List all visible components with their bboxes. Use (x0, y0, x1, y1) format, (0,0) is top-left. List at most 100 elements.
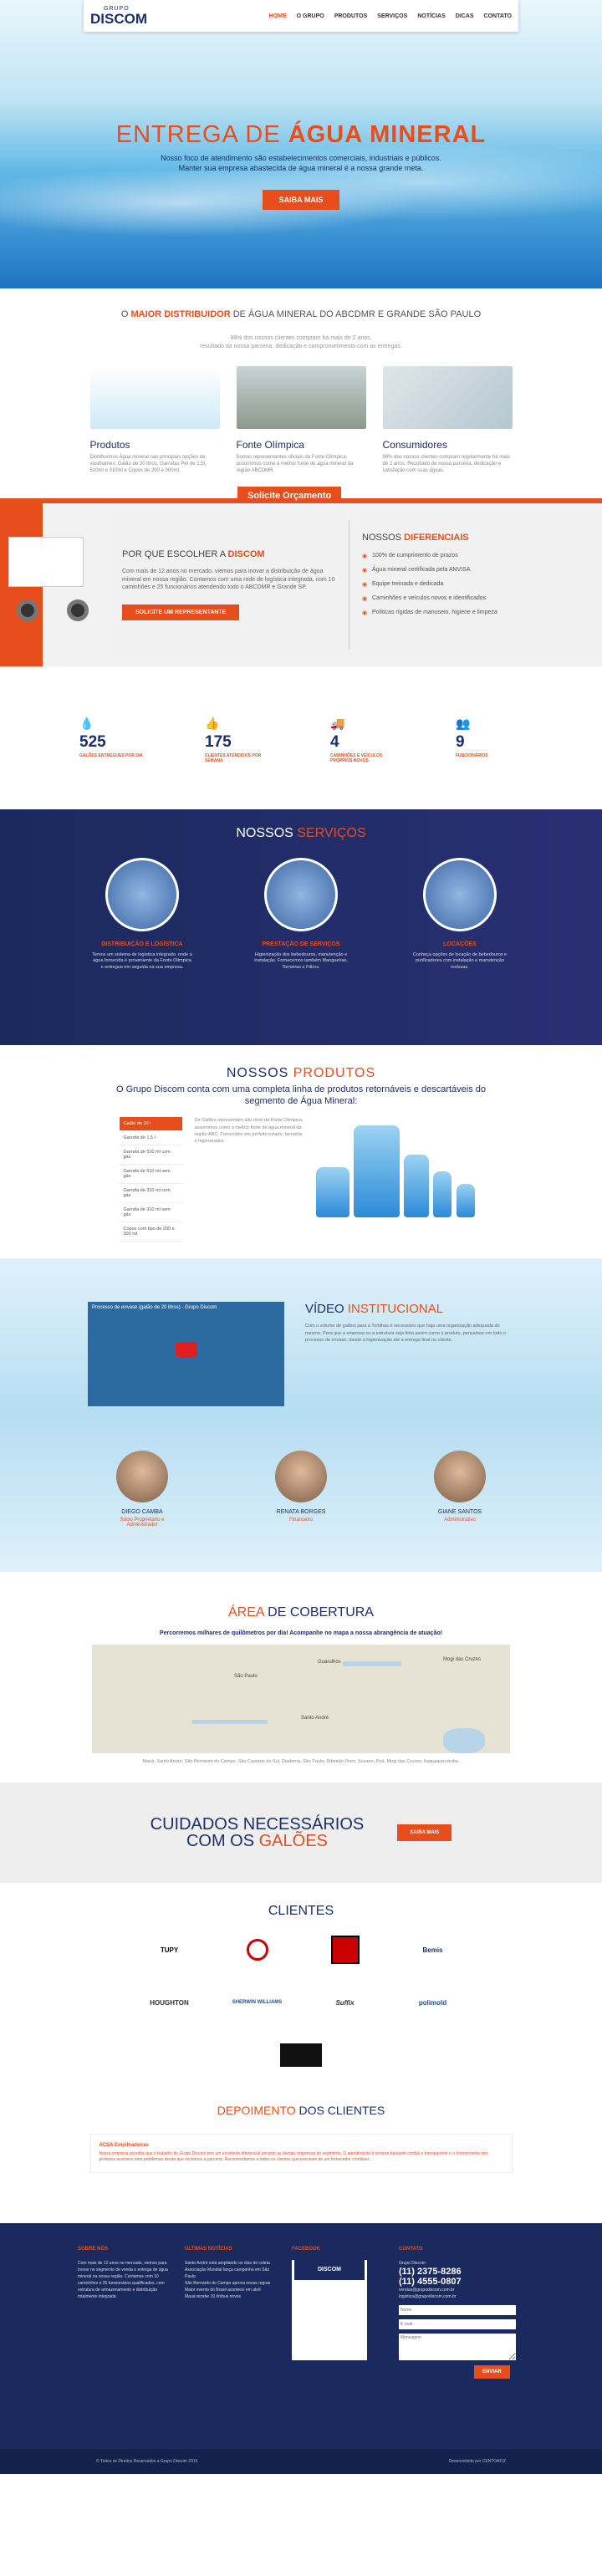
footer-sobre: SOBRE NÓS Com mais de 12 anos no mercado… (78, 2247, 170, 2449)
product-description: Os Galões representam alto nível da Font… (194, 1118, 304, 1145)
people-icon: 👥 (456, 716, 471, 730)
email-2[interactable]: logistica@grupodiscom.com.br (399, 2293, 524, 2300)
feature-cards: Produtos Distribuímos Água mineral nas p… (0, 365, 602, 475)
news-link[interactable]: São Bernardo do Campo aprova novas regra… (185, 2280, 277, 2287)
nav-home[interactable]: HOME (269, 13, 287, 19)
avatar (434, 1451, 486, 1503)
water-bottles-image (89, 365, 220, 429)
card-title: Fonte Olímpica (236, 438, 304, 451)
footer-heading: FACEBOOK (292, 2246, 321, 2252)
map-label: Mogi das Cruzes (443, 1657, 482, 1663)
member-name: DIEGO CAMBA (121, 1509, 163, 1516)
facebook-widget-logo: DISCOM (294, 2259, 365, 2280)
servico-locacoes[interactable]: LOCAÇÕES Conheça opções de locação de beb… (410, 857, 510, 972)
card-consumidores[interactable]: Consumidores 98% dos nossos clientes com… (382, 365, 513, 475)
card-produtos[interactable]: Produtos Distribuímos Água mineral nas p… (89, 365, 220, 475)
cuidados-saiba-mais-button[interactable]: SAIBA MAIS (397, 1824, 452, 1841)
tab-copos[interactable]: Copos com tipo de 200 e 300 ml (119, 1222, 182, 1242)
tab-garrafa-510-sem-gas[interactable]: Garrafa de 510 ml sem gás (119, 1165, 182, 1185)
facebook-widget[interactable]: DISCOM (292, 2259, 367, 2360)
member-name: RENATA BORGES (276, 1509, 326, 1516)
nav-servicos[interactable]: SERVIÇOS (377, 13, 407, 19)
copyright-bar: © Todos os Direitos Reservados a Grupo D… (0, 2448, 602, 2474)
depoimento-title-b: DOS CLIENTES (295, 2103, 385, 2117)
tab-garrafa-15l[interactable]: Garrafa de 1,5 l (119, 1131, 182, 1146)
stat-funcionarios: 👥 9 FUNCIONÁRIOS (456, 717, 523, 763)
list-item: Água mineral certificada pela ANVISA (362, 567, 497, 574)
stats-section: 💧 525 GALÕES ENTREGUES POR DIA 👍 175 CLIENTE… (0, 666, 602, 809)
card-fonte-olimpica[interactable]: Fonte Olímpica Somos representantes ofic… (236, 365, 366, 475)
team-row: DIEGO CAMBA Sócio Proprietário e Administ… (0, 1451, 602, 1528)
nav-o-grupo[interactable]: O GRUPO (297, 13, 324, 19)
nav-contato[interactable]: CONTATO (484, 13, 512, 19)
avatar (116, 1451, 168, 1503)
cobertura-title: ÁREA DE COBERTURA (0, 1605, 602, 1620)
stat-number: 175 (205, 732, 232, 751)
testimonial-text: Nossa empresa acredita que o trabalho do… (99, 2150, 488, 2163)
intro-c: DE ÁGUA MINERAL DO ABCDMR E GRANDE SÃO P… (230, 309, 482, 319)
news-link[interactable]: Santo André está ampliando os dias de co… (185, 2260, 277, 2267)
service-text: Higienização dos bebedouros, manutenção … (254, 951, 348, 971)
produtos-title-a: NOSSOS (226, 1065, 293, 1080)
member-name: GIANE SANTOS (437, 1509, 482, 1516)
servicos-title-b: SERVIÇOS (297, 825, 366, 840)
map-label: São Paulo (234, 1674, 258, 1680)
footer-sobre-text: Com mais de 12 anos no mercado, viemos p… (78, 2260, 168, 2299)
diferenciais-list: 100% de cumprimento de prazos Água miner… (362, 553, 497, 616)
video-text-block: VÍDEO INSTITUCIONAL Com o volume de galõ… (305, 1302, 514, 1344)
news-link[interactable]: Associação Mundial lança campanha em São… (185, 2267, 277, 2280)
produtos-body: Galão de 20 l Garrafa de 1,5 l Garrafa d… (0, 1117, 602, 1242)
nav-produtos[interactable]: PRODUTOS (334, 13, 368, 19)
tab-galao-20l[interactable]: Galão de 20 l (119, 1117, 182, 1132)
nome-field[interactable] (399, 2304, 516, 2315)
news-link[interactable]: Mauá recebe 10 ônibus novos (185, 2293, 277, 2300)
coverage-map[interactable]: São Paulo Santo André Guarulhos Mogi das… (92, 1645, 510, 1754)
email-field[interactable] (399, 2318, 516, 2329)
tab-garrafa-310-com-gas[interactable]: Garrafa de 310 ml com gás (119, 1184, 182, 1204)
cobertura-section: ÁREA DE COBERTURA Percorremos milhares d… (0, 1572, 602, 1782)
tab-garrafa-510-com-gas[interactable]: Garrafa de 510 ml com gás (119, 1145, 182, 1166)
client-logo-bemis: Bemis (422, 1946, 443, 1954)
video-title: Processo de envase (galão de 20 litros) … (92, 1305, 217, 1311)
list-item: Caminhões e veículos novos e identificad… (362, 595, 497, 602)
video-player[interactable]: Processo de envase (galão de 20 litros) … (88, 1302, 284, 1407)
produtos-title-b: PRODUTOS (293, 1065, 376, 1080)
service-title: DISTRIBUIÇÃO E LOGÍSTICA (101, 941, 183, 947)
hero-line1: Nosso foco de atendimento são estabeleci… (161, 154, 441, 162)
servico-prestacao[interactable]: PRESTAÇÃO DE SERVIÇOS Higienização dos be… (251, 857, 351, 972)
servico-distribuicao[interactable]: DISTRIBUIÇÃO E LOGÍSTICA Temos um sistema… (92, 857, 192, 972)
card-title: Produtos (89, 438, 130, 451)
why-section: POR QUE ESCOLHER A DISCOM Com mais de 12… (0, 502, 602, 666)
why-title: POR QUE ESCOLHER A DISCOM (122, 549, 336, 559)
logo-discom: DISCOM (90, 11, 147, 27)
service-title: PRESTAÇÃO DE SERVIÇOS (262, 941, 340, 947)
footer-noticias: ÚLTIMAS NOTÍCIAS Santo André está amplia… (185, 2247, 277, 2449)
hero-saiba-mais-button[interactable]: SAIBA MAIS (262, 190, 340, 211)
clientes-section: CLIENTES TUPY Bemis HOUGHTON SHERWIN WIL… (0, 1883, 602, 2079)
mensagem-field[interactable] (399, 2333, 516, 2360)
nav-dicas[interactable]: DICAS (456, 13, 474, 19)
logo[interactable]: GRUPO DISCOM (90, 6, 147, 26)
client-logo-seal (232, 1936, 283, 1965)
play-icon[interactable] (176, 1342, 197, 1358)
stat-label: CLIENTES ATENDIDOS POR SEMANA (205, 752, 262, 763)
team-member: DIEGO CAMBA Sócio Proprietário e Administ… (109, 1451, 176, 1528)
intro-b: MAIOR DISTRIBUIDOR (130, 309, 231, 319)
email-1[interactable]: vendas@grupodiscom.com.br (399, 2287, 524, 2293)
news-link[interactable]: Maior evento do Brasil acontece em abril (185, 2287, 277, 2293)
map-label: Santo André (301, 1716, 329, 1722)
cuidados-line1: CUIDADOS NECESSÁRIOS (150, 1814, 365, 1834)
solicite-orcamento-tab[interactable]: Solicite Orçamento (237, 486, 342, 505)
footer-heading: SOBRE NÓS (78, 2246, 109, 2252)
tab-garrafa-310-sem-gas[interactable]: Garrafa de 310 ml sem gás (119, 1203, 182, 1223)
footer-facebook: FACEBOOK DISCOM (292, 2247, 384, 2449)
nav-noticias[interactable]: NOTÍCIAS (417, 13, 445, 19)
stat-number: 4 (330, 732, 339, 751)
enviar-button[interactable]: ENVIAR (474, 2364, 510, 2379)
dif-b: DIFERENCIAIS (404, 532, 469, 543)
solicite-representante-button[interactable]: SOLICITE UM REPRESENTANTE (122, 604, 240, 621)
developer-credit[interactable]: Desenvolvido por CENTOAFIZ (449, 2459, 506, 2464)
client-logo-shield (320, 1936, 370, 1965)
diferenciais-column: NOSSOS DIFERENCIAIS 100% de cumprimento … (349, 503, 510, 666)
card-text: Distribuímos Água mineral nas principais… (89, 454, 207, 474)
